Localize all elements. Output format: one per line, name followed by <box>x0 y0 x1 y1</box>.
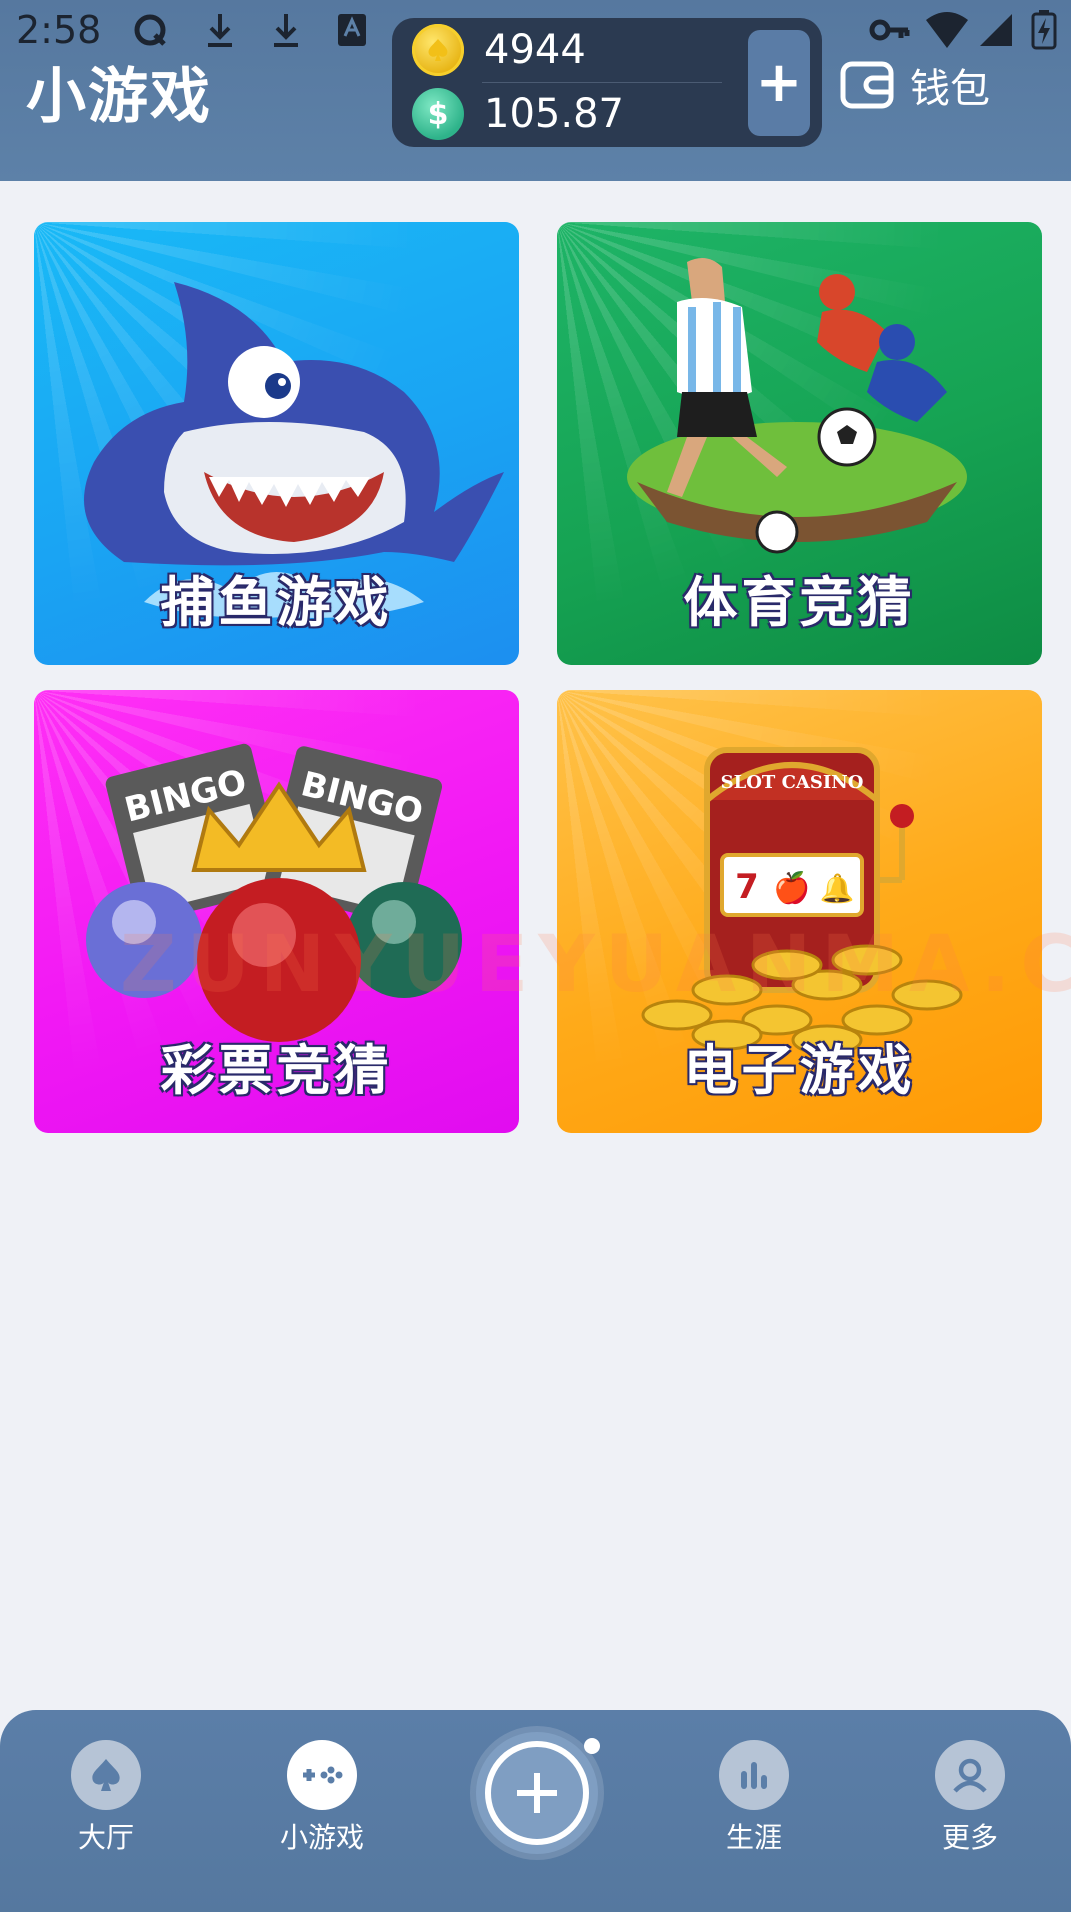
nav-label: 更多 <box>941 1821 998 1854</box>
cellular-signal-icon <box>980 14 1012 46</box>
game-card-label: 体育竞猜 <box>683 571 916 634</box>
vpn-key-icon <box>869 19 910 41</box>
notification-dot <box>584 1738 600 1754</box>
game-card-slots[interactable]: SLOT CASINO 7 🍎 🔔 电子游戏 <box>557 690 1042 1133</box>
download-icon <box>208 14 232 47</box>
battery-charging-icon <box>1031 10 1057 50</box>
dollar-coin-icon: $ <box>412 88 464 140</box>
top-app-bar: 2:58 小游戏 4944 $ 105.87 + 钱包 <box>0 0 1071 181</box>
top-up-button[interactable]: + <box>748 30 810 136</box>
nav-item-lobby[interactable]: 大厅 <box>36 1740 176 1856</box>
nav-label: 大厅 <box>77 1821 134 1854</box>
game-card-fishing[interactable]: 捕鱼游戏 <box>34 222 519 665</box>
wifi-icon <box>926 12 968 48</box>
nav-item-mini-games[interactable]: 小游戏 <box>252 1740 392 1856</box>
coin-balance-row: 4944 <box>412 22 732 78</box>
game-card-label: 彩票竞猜 <box>160 1039 393 1102</box>
slot-sign-text: SLOT CASINO <box>721 772 864 793</box>
user-icon <box>935 1740 1005 1810</box>
status-time: 2:58 <box>16 8 102 52</box>
download-icon <box>274 14 298 47</box>
search-status-icon <box>134 14 166 46</box>
wallet-label: 钱包 <box>910 66 990 112</box>
game-card-sports[interactable]: 体育竞猜 <box>557 222 1042 665</box>
center-action-button[interactable] <box>476 1732 598 1854</box>
gamepad-icon <box>287 1740 357 1810</box>
nav-label: 生涯 <box>725 1821 782 1854</box>
game-card-lottery[interactable]: BINGO BINGO 彩票竞猜 <box>34 690 519 1133</box>
slot-reel-2: 🍎 <box>773 869 810 906</box>
slot-reel-3: 🔔 <box>820 872 855 905</box>
dollar-sign: $ <box>427 96 449 132</box>
spade-coin-icon <box>412 24 464 76</box>
wallet-icon <box>840 61 894 109</box>
slot-reel-1: 7 <box>735 867 759 907</box>
nav-item-more[interactable]: 更多 <box>900 1740 1040 1856</box>
coin-balance-value: 4944 <box>484 27 586 73</box>
cash-balance-row: $ 105.87 <box>412 86 732 142</box>
page-title: 小游戏 <box>26 62 212 132</box>
spade-icon <box>71 1740 141 1810</box>
game-card-label: 电子游戏 <box>683 1039 916 1102</box>
wallet-button[interactable]: 钱包 <box>840 56 990 114</box>
cash-balance-value: 105.87 <box>484 91 624 137</box>
keyboard-app-icon <box>338 14 366 46</box>
nav-item-career[interactable]: 生涯 <box>684 1740 824 1856</box>
balance-panel: 4944 $ 105.87 + <box>392 18 822 147</box>
plus-icon <box>485 1741 589 1845</box>
bar-chart-icon <box>719 1740 789 1810</box>
balance-divider <box>482 82 722 83</box>
nav-label: 小游戏 <box>279 1821 364 1854</box>
game-card-label: 捕鱼游戏 <box>160 571 393 634</box>
bottom-navigation: 大厅 小游戏 生涯 更多 <box>0 1710 1071 1912</box>
